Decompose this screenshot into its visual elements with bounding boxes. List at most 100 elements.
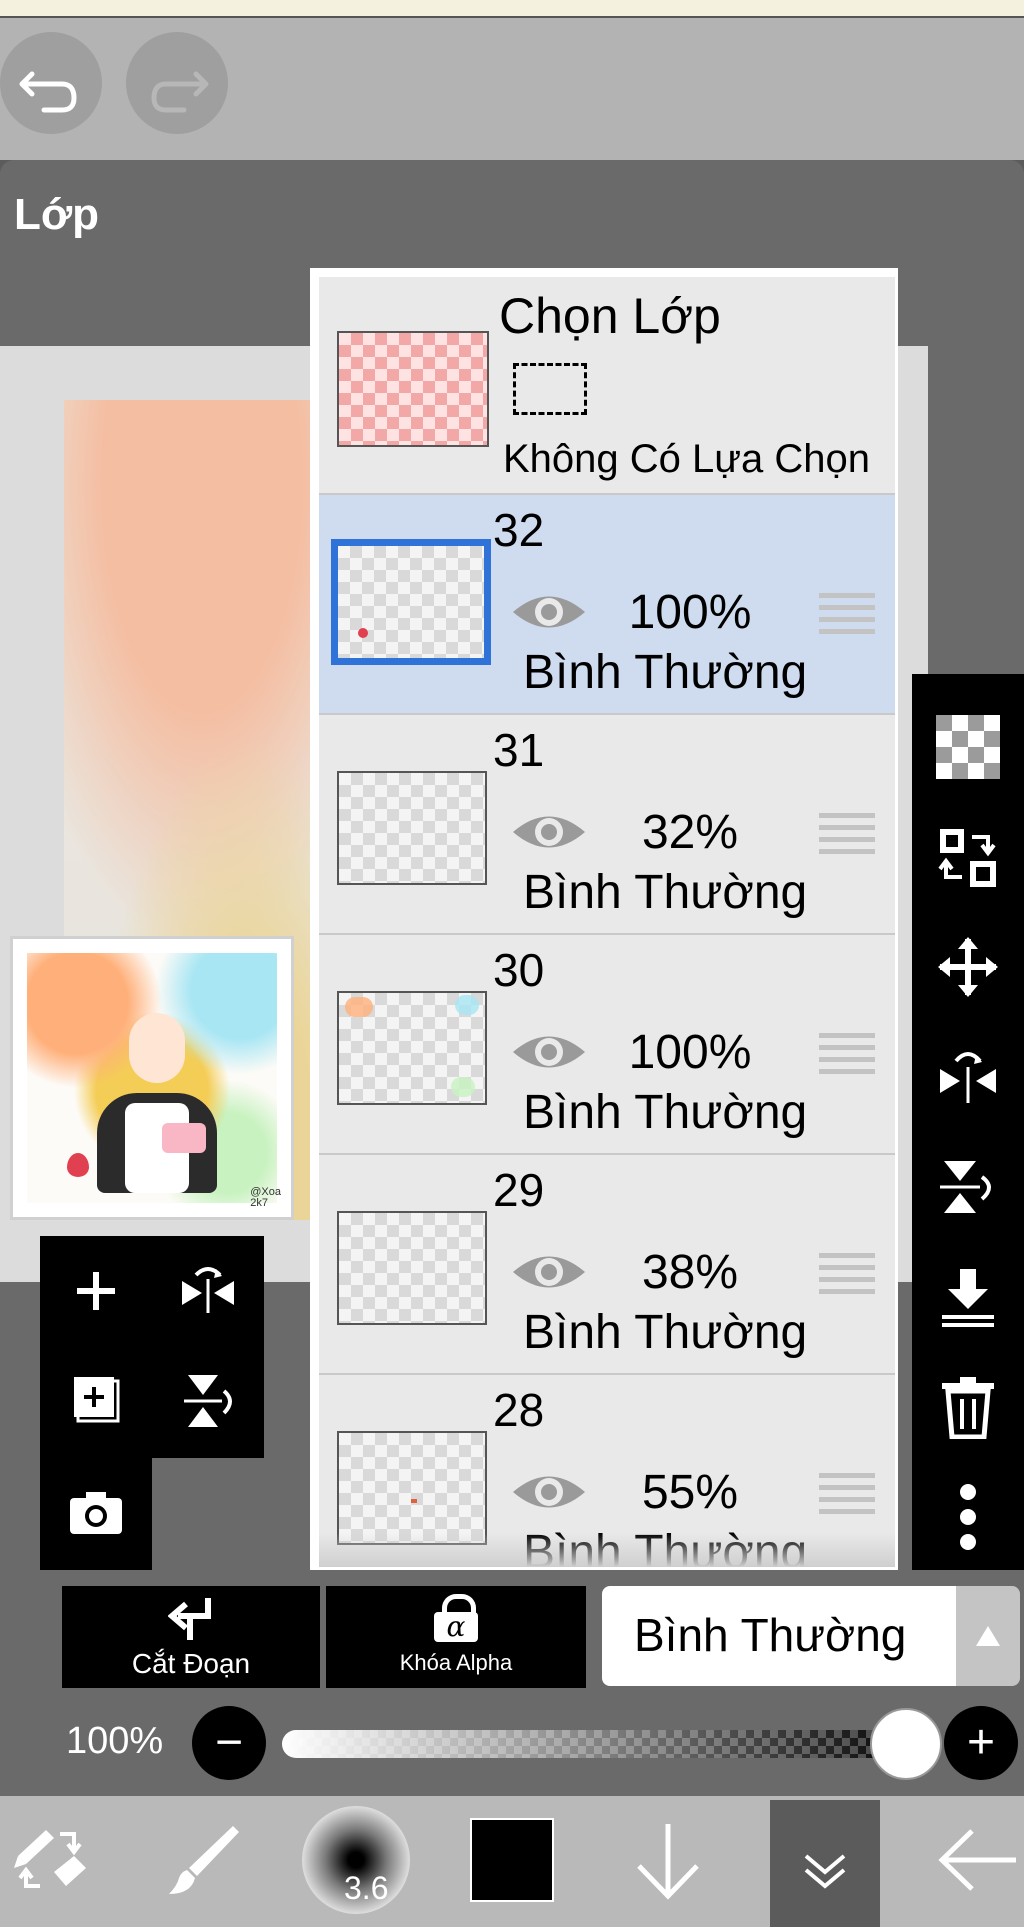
opacity-increase-button[interactable]: + <box>944 1706 1018 1780</box>
brush-size-button[interactable]: 3.6 <box>300 1806 412 1914</box>
flip-horizontal-button[interactable] <box>152 1236 264 1346</box>
redo-button[interactable] <box>126 32 228 134</box>
layer-panel-toggle-button[interactable] <box>770 1800 880 1927</box>
color-picker-button[interactable] <box>470 1810 554 1910</box>
layer-row[interactable]: 32 100% Bình Thường <box>319 495 895 715</box>
layer-thumbnail <box>337 771 487 885</box>
camera-icon <box>70 1492 122 1534</box>
selection-status: Không Có Lựa Chọn <box>503 437 871 481</box>
selection-title: Chọn Lớp <box>499 288 721 344</box>
clip-arrow-icon <box>168 1598 211 1640</box>
panel-title: Lớp <box>14 190 100 239</box>
blend-mode-dropdown-button[interactable] <box>956 1586 1020 1686</box>
layer-name: 30 <box>493 944 545 996</box>
opacity-slider[interactable] <box>282 1730 922 1758</box>
list-fade <box>319 1533 895 1567</box>
brush-size-icon: 3.6 <box>302 1806 410 1914</box>
swap-layer-icon <box>938 829 996 887</box>
visibility-eye-icon[interactable] <box>509 587 589 637</box>
flip-horizontal-button[interactable] <box>912 1022 1024 1132</box>
tool-swap-button[interactable] <box>8 1810 96 1910</box>
brush-icon <box>169 1826 239 1894</box>
layer-row[interactable]: 29 38% Bình Thường <box>319 1155 895 1375</box>
add-layer-icon <box>77 1272 115 1310</box>
right-toolbar <box>912 674 1024 1570</box>
move-button[interactable] <box>912 912 1024 1022</box>
brush-tool-button[interactable] <box>158 1810 248 1910</box>
status-strip <box>0 0 1024 18</box>
undo-button[interactable] <box>0 32 102 134</box>
alpha-lock-button[interactable]: α Khóa Alpha <box>326 1586 586 1688</box>
visibility-eye-icon[interactable] <box>509 1467 589 1517</box>
blend-mode-select[interactable]: Bình Thường <box>602 1586 956 1686</box>
merge-down-icon <box>942 1269 994 1327</box>
flip-vertical-icon <box>940 1161 991 1213</box>
left-toolbar-bottom <box>40 1458 152 1570</box>
undo-icon <box>19 71 77 113</box>
clipping-label: Cắt Đoạn <box>131 1648 251 1679</box>
flip-vertical-button[interactable] <box>912 1132 1024 1242</box>
layer-blend-mode: Bình Thường <box>523 1086 808 1139</box>
selection-layer-row[interactable]: Chọn Lớp Không Có Lựa Chọn <box>319 277 895 495</box>
color-swatch <box>470 1818 554 1902</box>
minus-icon: − <box>214 1716 244 1769</box>
layer-list: Chọn Lớp Không Có Lựa Chọn 32 100% Bình … <box>310 268 898 1570</box>
drag-handle-icon[interactable] <box>819 1473 875 1517</box>
flip-vertical-button[interactable] <box>152 1346 264 1456</box>
drag-handle-icon[interactable] <box>819 1253 875 1297</box>
opacity-value: 100% <box>66 1720 164 1762</box>
transparency-icon <box>936 715 1000 779</box>
more-icon <box>960 1484 976 1550</box>
layer-opacity: 55% <box>641 1466 739 1519</box>
layer-row[interactable]: 31 32% Bình Thường <box>319 715 895 935</box>
layer-thumbnail <box>337 1431 487 1545</box>
visibility-eye-icon[interactable] <box>509 1027 589 1077</box>
transparency-button[interactable] <box>912 692 1024 802</box>
arrow-down-icon <box>637 1824 699 1900</box>
layer-opacity: 100% <box>628 586 752 639</box>
redo-icon <box>151 71 209 113</box>
selection-thumbnail <box>337 331 489 447</box>
camera-button[interactable] <box>40 1458 152 1568</box>
drag-handle-icon[interactable] <box>819 813 875 857</box>
drag-handle-icon[interactable] <box>819 593 875 637</box>
layer-opacity: 32% <box>641 806 739 859</box>
clipping-button[interactable]: Cắt Đoạn <box>62 1586 320 1688</box>
more-options-button[interactable] <box>912 1462 1024 1572</box>
layer-thumbnail <box>337 991 487 1105</box>
chevron-double-down-icon <box>804 1854 846 1889</box>
layer-opacity: 38% <box>641 1246 739 1299</box>
move-icon <box>938 937 998 997</box>
visibility-eye-icon[interactable] <box>509 807 589 857</box>
layer-name: 32 <box>493 504 545 556</box>
flip-horizontal-icon <box>940 1052 996 1103</box>
layer-thumbnail <box>331 539 491 665</box>
delete-layer-button[interactable] <box>912 1352 1024 1462</box>
preview-signature: @Xoa 2k7 <box>250 1186 281 1209</box>
preview-image <box>27 953 277 1203</box>
back-button[interactable] <box>932 1810 1024 1910</box>
layer-name: 29 <box>493 1164 545 1216</box>
lock-icon: α <box>434 1594 478 1642</box>
copy-layer-button[interactable] <box>40 1346 152 1456</box>
selection-marquee-icon <box>513 363 587 415</box>
alpha-lock-label: Khóa Alpha <box>399 1650 513 1675</box>
alpha-glyph: α <box>434 1612 478 1642</box>
merge-down-button[interactable] <box>912 1242 1024 1352</box>
layer-name: 31 <box>493 724 545 776</box>
drag-handle-icon[interactable] <box>819 1033 875 1077</box>
tool-swap-icon <box>14 1830 86 1888</box>
add-layer-button[interactable] <box>40 1236 152 1346</box>
layer-row[interactable]: 30 100% Bình Thường <box>319 935 895 1155</box>
move-layer-down-button[interactable] <box>628 1810 708 1910</box>
visibility-eye-icon[interactable] <box>509 1247 589 1297</box>
layer-blend-mode: Bình Thường <box>523 1306 808 1359</box>
opacity-decrease-button[interactable]: − <box>192 1706 266 1780</box>
copy-layer-icon <box>74 1377 120 1423</box>
swap-layer-button[interactable] <box>912 802 1024 912</box>
blend-mode-value: Bình Thường <box>634 1609 907 1661</box>
layer-thumbnail <box>337 1211 487 1325</box>
canvas-preview[interactable]: @Xoa 2k7 <box>10 936 294 1220</box>
flip-horizontal-icon <box>182 1267 234 1313</box>
opacity-slider-knob[interactable] <box>870 1708 942 1780</box>
